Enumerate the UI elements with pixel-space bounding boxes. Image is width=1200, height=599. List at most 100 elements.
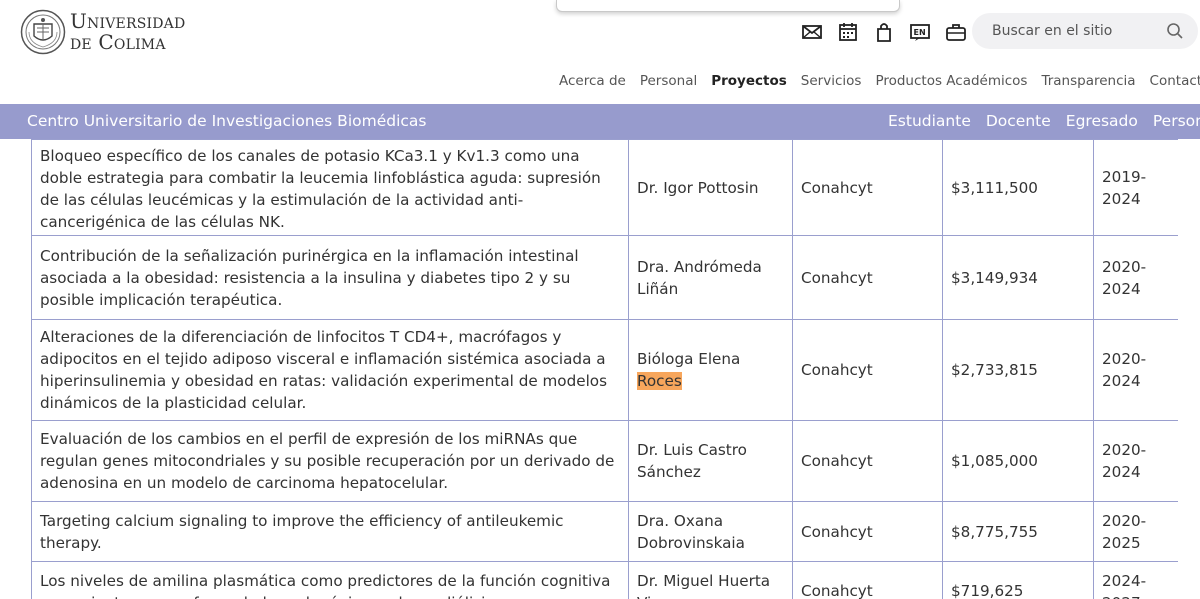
utility-icons: EN xyxy=(801,21,967,43)
project-title-cell: Bloqueo específico de los canales de pot… xyxy=(31,139,629,236)
project-funding: Conahcyt xyxy=(801,452,873,470)
project-title: Evaluación de los cambios en el perfil d… xyxy=(40,430,615,492)
project-title-cell: Los niveles de amilina plasmática como p… xyxy=(31,561,629,599)
project-responsible: Dra. Andrómeda Liñán xyxy=(637,257,762,298)
search-input[interactable] xyxy=(992,13,1152,49)
project-period: 2020-2025 xyxy=(1102,511,1147,552)
period-cell: 2020-2025 xyxy=(1093,501,1178,562)
project-title: Alteraciones de la diferenciación de lin… xyxy=(40,328,608,412)
project-period: 2019-2024 xyxy=(1102,167,1147,208)
projects-table: Bloqueo específico de los canales de pot… xyxy=(31,139,1178,599)
university-logo[interactable]: Universidad de Colima xyxy=(20,8,185,56)
nav-item-proyectos[interactable]: Proyectos xyxy=(711,73,787,89)
funding-cell: Conahcyt xyxy=(792,561,943,599)
amount-cell: $8,775,755 xyxy=(942,501,1094,562)
amount-cell: $1,085,000 xyxy=(942,420,1094,502)
audience-link-personal[interactable]: Personal xyxy=(1153,112,1200,130)
project-amount: $719,625 xyxy=(951,582,1024,599)
audience-link-docente[interactable]: Docente xyxy=(986,112,1051,130)
table-row: Targeting calcium signaling to improve t… xyxy=(31,501,1178,562)
amount-cell: $2,733,815 xyxy=(942,319,1094,421)
funding-cell: Conahcyt xyxy=(792,319,943,421)
project-period: 2020-2024 xyxy=(1102,257,1147,298)
briefcase-icon[interactable] xyxy=(945,21,967,43)
nav-item-transparencia[interactable]: Transparencia xyxy=(1041,73,1135,89)
project-period: 2020-2024 xyxy=(1102,441,1147,481)
project-title-cell: Contribución de la señalización purinérg… xyxy=(31,235,629,320)
responsible-cell: Dra. Oxana Dobrovinskaia xyxy=(628,501,793,562)
nav-item-contacto[interactable]: Contacto xyxy=(1150,73,1200,89)
project-amount: $1,085,000 xyxy=(951,452,1038,470)
project-title: Targeting calcium signaling to improve t… xyxy=(40,511,564,552)
project-period: 2024-2027 xyxy=(1102,572,1147,599)
search-highlight: Roces xyxy=(637,372,682,390)
table-row: Contribución de la señalización purinérg… xyxy=(31,235,1178,320)
period-cell: 2020-2024 xyxy=(1093,319,1178,421)
audience-links: Estudiante Docente Egresado Personal xyxy=(888,112,1200,130)
project-funding: Conahcyt xyxy=(801,178,873,197)
table-row: Alteraciones de la diferenciación de lin… xyxy=(31,319,1178,421)
funding-cell: Conahcyt xyxy=(792,139,943,236)
shopping-bag-icon[interactable] xyxy=(873,21,895,43)
nav-item-servicios[interactable]: Servicios xyxy=(801,73,862,89)
project-funding: Conahcyt xyxy=(801,268,873,287)
responsible-cell: Dr. Luis Castro Sánchez xyxy=(628,420,793,502)
dropdown-popup-edge xyxy=(556,0,900,12)
audience-link-egresado[interactable]: Egresado xyxy=(1066,112,1138,130)
project-amount: $3,149,934 xyxy=(951,268,1038,287)
nav-item-personal[interactable]: Personal xyxy=(640,73,697,89)
project-amount: $8,775,755 xyxy=(951,522,1038,541)
main-nav: Acerca de Personal Proyectos Servicios P… xyxy=(559,73,1200,89)
period-cell: 2020-2024 xyxy=(1093,420,1178,502)
logo-line-2: de Colima xyxy=(70,30,166,54)
calendar-icon[interactable] xyxy=(837,21,859,43)
search-icon[interactable] xyxy=(1166,22,1184,40)
english-language-icon[interactable]: EN xyxy=(909,21,931,43)
project-responsible: Dr. Luis Castro Sánchez xyxy=(637,441,747,481)
project-responsible: Dra. Oxana Dobrovinskaia xyxy=(637,511,745,552)
university-seal-icon xyxy=(20,9,66,55)
funding-cell: Conahcyt xyxy=(792,420,943,502)
amount-cell: $719,625 xyxy=(942,561,1094,599)
site-search xyxy=(972,13,1198,49)
center-title[interactable]: Centro Universitario de Investigaciones … xyxy=(27,112,426,130)
nav-item-acerca-de[interactable]: Acerca de xyxy=(559,73,626,89)
center-bar: Centro Universitario de Investigaciones … xyxy=(0,104,1200,139)
period-cell: 2020-2024 xyxy=(1093,235,1178,320)
mail-icon[interactable] xyxy=(801,21,823,43)
project-amount: $2,733,815 xyxy=(951,361,1038,379)
site-header: Universidad de Colima EN Acerca de Perso… xyxy=(0,0,1200,104)
project-title: Los niveles de amilina plasmática como p… xyxy=(40,572,611,599)
responsible-cell: Dra. Andrómeda Liñán xyxy=(628,235,793,320)
period-cell: 2024-2027 xyxy=(1093,561,1178,599)
project-responsible: Dr. Igor Pottosin xyxy=(637,178,759,197)
logo-text: Universidad de Colima xyxy=(70,11,185,53)
project-funding: Conahcyt xyxy=(801,522,873,541)
responsible-cell: Dr. Miguel Huerta Viera xyxy=(628,561,793,599)
amount-cell: $3,111,500 xyxy=(942,139,1094,236)
project-title-cell: Targeting calcium signaling to improve t… xyxy=(31,501,629,562)
project-responsible: Dr. Miguel Huerta Viera xyxy=(637,572,771,599)
svg-text:EN: EN xyxy=(914,28,926,37)
responsible-cell: Bióloga Elena Roces xyxy=(628,319,793,421)
project-funding: Conahcyt xyxy=(801,361,873,379)
project-title-cell: Evaluación de los cambios en el perfil d… xyxy=(31,420,629,502)
table-row: Bloqueo específico de los canales de pot… xyxy=(31,139,1178,236)
project-responsible: Bióloga Elena xyxy=(637,350,741,368)
project-title: Contribución de la señalización purinérg… xyxy=(40,246,579,309)
project-amount: $3,111,500 xyxy=(951,178,1038,197)
project-funding: Conahcyt xyxy=(801,582,873,599)
table-row: Evaluación de los cambios en el perfil d… xyxy=(31,420,1178,502)
responsible-cell: Dr. Igor Pottosin xyxy=(628,139,793,236)
projects-table-container[interactable]: Bloqueo específico de los canales de pot… xyxy=(31,139,1178,599)
table-row: Los niveles de amilina plasmática como p… xyxy=(31,561,1178,599)
nav-item-productos-academicos[interactable]: Productos Académicos xyxy=(875,73,1027,89)
funding-cell: Conahcyt xyxy=(792,235,943,320)
project-period: 2020-2024 xyxy=(1102,350,1147,390)
amount-cell: $3,149,934 xyxy=(942,235,1094,320)
period-cell: 2019-2024 xyxy=(1093,139,1178,236)
logo-line-1: Universidad xyxy=(70,9,186,33)
project-title-cell: Alteraciones de la diferenciación de lin… xyxy=(31,319,629,421)
audience-link-estudiante[interactable]: Estudiante xyxy=(888,112,971,130)
project-title: Bloqueo específico de los canales de pot… xyxy=(40,147,601,231)
